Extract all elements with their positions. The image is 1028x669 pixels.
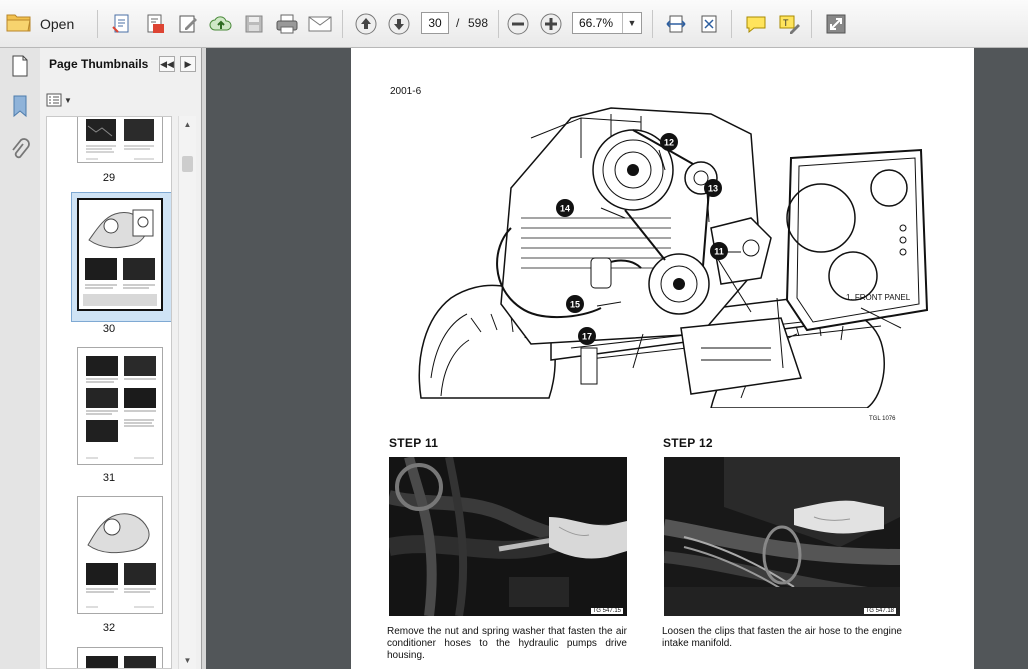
step-12-photo: TG 547.18 [664, 457, 900, 616]
svg-text:14: 14 [560, 204, 570, 214]
folder-icon [6, 11, 32, 38]
step-11-photo-tag: TG 547.15 [590, 608, 623, 614]
zoom-out-icon[interactable] [504, 10, 532, 38]
callout-11: 11 [710, 242, 728, 260]
thumbnail-options-button[interactable]: ▼ [46, 92, 72, 108]
attachment-icon[interactable] [8, 138, 32, 162]
front-panel-label: 1. FRONT PANEL [846, 293, 911, 302]
chevron-down-icon: ▼ [64, 95, 72, 105]
svg-text:15: 15 [570, 300, 580, 310]
collapse-panel-icon[interactable]: ◀◀ [159, 56, 175, 72]
thumbnail-page-number: 31 [102, 472, 116, 484]
toolbar-separator [811, 10, 812, 38]
engine-illustration: 12 13 14 11 15 17 16 16 [418, 107, 929, 408]
svg-text:11: 11 [714, 247, 724, 257]
zoom-value: 66.7% [579, 16, 614, 30]
zoom-in-icon[interactable] [537, 10, 565, 38]
page-thumbnails-icon[interactable] [8, 54, 32, 78]
svg-text:17: 17 [582, 332, 592, 342]
print-icon[interactable] [273, 10, 301, 38]
thumbnail-page-current[interactable] [77, 198, 163, 311]
toolbar-separator [731, 10, 732, 38]
page-separator: / [456, 16, 460, 30]
page-total: 598 [468, 16, 489, 30]
callout-15: 15 [566, 295, 584, 313]
create-pdf-icon[interactable] [108, 10, 136, 38]
thumbnail-page[interactable] [77, 117, 163, 163]
zoom-select[interactable]: 66.7% ▼ [572, 12, 642, 34]
thumbnails-title: Page Thumbnails [49, 57, 149, 71]
svg-text:13: 13 [708, 184, 718, 194]
step-12-caption: Loosen the clips that fasten the air hos… [662, 626, 902, 649]
thumbnail-page-number: 32 [102, 622, 116, 634]
sign-icon[interactable] [174, 10, 202, 38]
fit-width-icon[interactable] [662, 10, 690, 38]
navigation-rail [0, 48, 41, 669]
step-11-caption: Remove the nut and spring washer that fa… [387, 626, 627, 661]
step-11-photo: TG 547.15 [389, 457, 627, 616]
toolbar-separator [652, 10, 653, 38]
expand-panel-icon[interactable]: ▶ [180, 56, 196, 72]
scrollbar-thumb[interactable] [182, 156, 193, 172]
svg-text:12: 12 [664, 138, 674, 148]
open-button-label: Open [40, 16, 75, 32]
options-icon [46, 93, 62, 107]
chevron-down-icon[interactable]: ▼ [622, 13, 641, 33]
bookmarks-icon[interactable] [8, 94, 32, 118]
previous-page-icon[interactable] [352, 10, 380, 38]
thumbnails-scrollbar[interactable]: ▲ ▼ [178, 116, 196, 669]
thumbnail-page[interactable] [77, 647, 163, 668]
step-11-title: STEP 11 [389, 436, 439, 450]
expand-icon[interactable] [822, 10, 850, 38]
step-12-photo-tag: TG 547.18 [863, 608, 896, 614]
thumbnail-page[interactable] [77, 347, 163, 465]
next-page-icon[interactable] [385, 10, 413, 38]
callout-12: 12 [660, 133, 678, 151]
fit-page-icon[interactable] [695, 10, 723, 38]
figure-tag: TGL 1076 [869, 416, 896, 422]
thumbnails-panel: Page Thumbnails ◀◀ ▶ ▼ 29 30 31 32 ▲ ▼ [40, 48, 202, 669]
toolbar-separator [498, 10, 499, 38]
svg-text:T: T [783, 18, 789, 28]
main-toolbar: Open 30 / 598 66.7% ▼ T [0, 0, 1028, 48]
toolbar-separator [342, 10, 343, 38]
scroll-down-icon[interactable]: ▼ [179, 652, 196, 668]
document-viewer[interactable]: 2001-6 12 13 14 11 15 17 1. FRONT PANEL … [206, 48, 1028, 669]
open-button[interactable]: Open [6, 10, 74, 38]
scroll-up-icon[interactable]: ▲ [179, 116, 196, 132]
edit-pdf-icon[interactable] [141, 10, 169, 38]
thumbnail-page-number: 30 [102, 323, 116, 335]
callout-17: 17 [578, 327, 596, 345]
thumbnail-page-number: 29 [102, 172, 116, 184]
comment-icon[interactable] [742, 10, 770, 38]
email-icon[interactable] [306, 10, 334, 38]
page-number-input[interactable]: 30 [421, 12, 449, 34]
cloud-upload-icon[interactable] [207, 10, 235, 38]
callout-13: 13 [704, 179, 722, 197]
thumbnail-list: 29 30 31 32 [46, 116, 172, 669]
toolbar-separator [97, 10, 98, 38]
thumbnail-page[interactable] [77, 496, 163, 614]
highlight-text-icon[interactable]: T [775, 10, 803, 38]
callout-14: 14 [556, 199, 574, 217]
thumbnails-header: Page Thumbnails ◀◀ ▶ [40, 48, 202, 84]
step-12-title: STEP 12 [663, 436, 713, 450]
document-page: 2001-6 12 13 14 11 15 17 1. FRONT PANEL … [351, 48, 974, 669]
save-icon[interactable] [240, 10, 268, 38]
